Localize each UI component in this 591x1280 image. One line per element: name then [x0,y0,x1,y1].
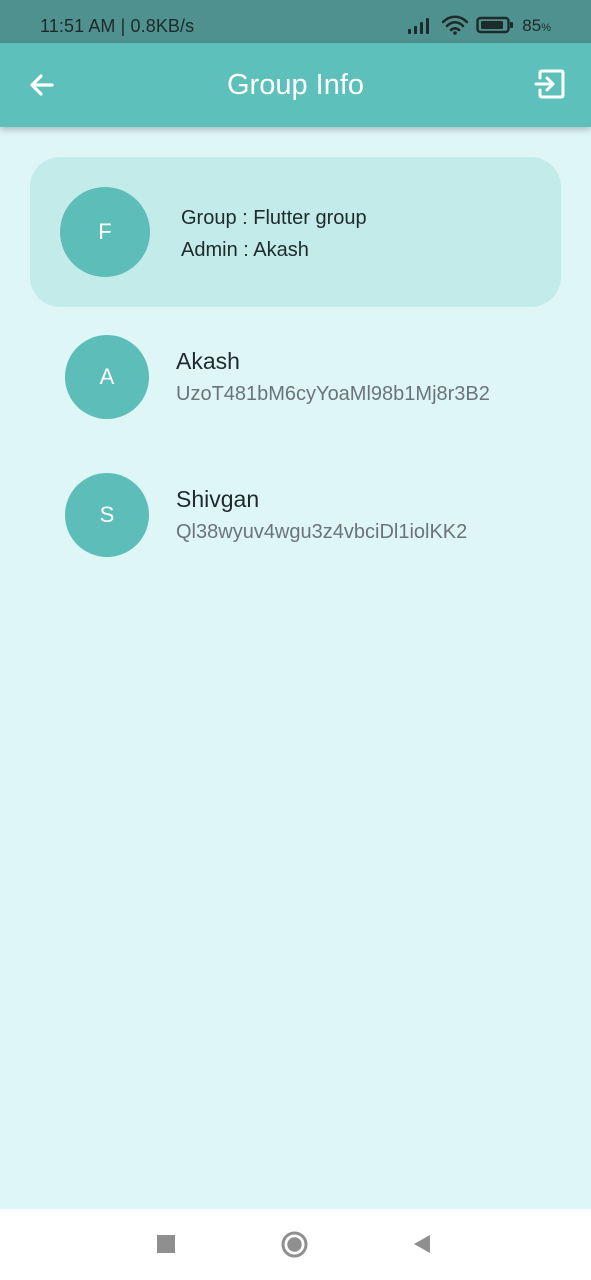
signal-icon [407,15,434,35]
member-avatar: S [65,473,149,557]
group-name: Group : Flutter group [181,207,367,229]
group-info-content: F Group : Flutter group Admin : Akash A … [0,127,591,1209]
home-icon[interactable] [281,1231,308,1258]
status-icons: 85% [407,15,551,35]
group-admin: Admin : Akash [181,239,309,261]
back-icon[interactable] [412,1233,432,1255]
member-row[interactable]: S Shivgan Ql38wyuv4wgu3z4vbciDl1iolKK2 [0,473,591,559]
wifi-icon [442,15,469,35]
status-time-network-speed: 11:51 AM | 0.8KB/s [40,16,195,36]
battery-percentage: 85% [522,17,551,34]
group-details: Group : Flutter group Admin : Akash [181,202,367,266]
recent-apps-icon[interactable] [157,1235,175,1253]
group-card: F Group : Flutter group Admin : Akash [30,157,561,307]
member-uid: UzoT481bM6cyYoaMl98b1Mj8r3B2 [176,383,490,405]
member-name: Akash [176,348,240,374]
battery-unit: % [541,21,551,34]
exit-group-button[interactable] [533,67,567,101]
system-navigation-bar [0,1209,591,1280]
status-bar: 11:51 AM | 0.8KB/s 85% [0,0,591,43]
group-avatar: F [60,187,150,277]
battery-icon [476,15,514,35]
battery-value: 85 [522,15,542,35]
page-title: Group Info [226,69,365,101]
app-bar: Group Info [0,43,591,127]
member-avatar: A [65,335,149,419]
member-uid: Ql38wyuv4wgu3z4vbciDl1iolKK2 [176,521,468,543]
member-row[interactable]: A Akash UzoT481bM6cyYoaMl98b1Mj8r3B2 [0,335,591,421]
exit-icon [534,69,565,99]
member-name: Shivgan [176,486,260,512]
